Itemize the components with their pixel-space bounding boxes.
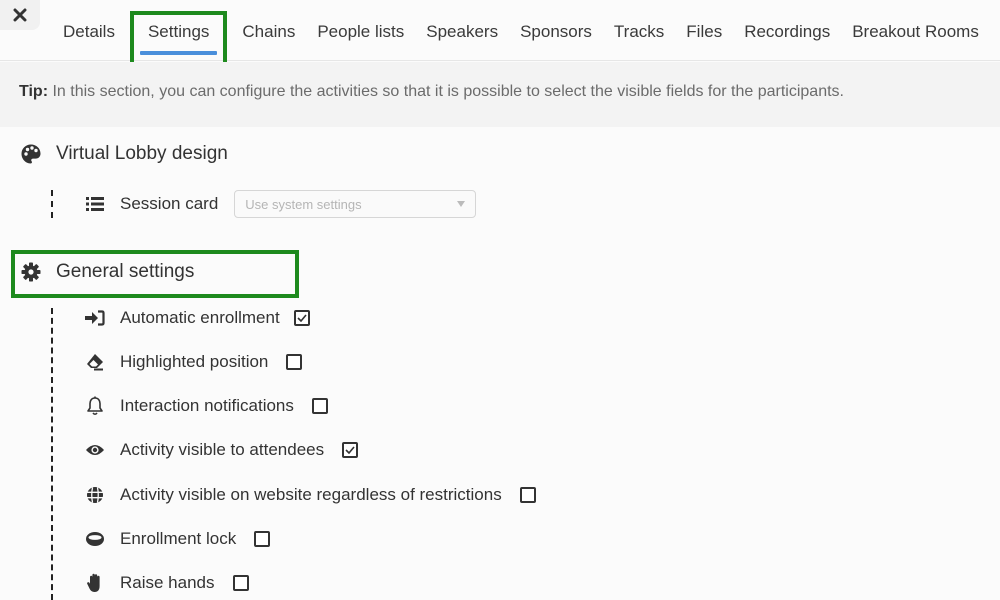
tree-connector xyxy=(51,308,53,600)
setting-checkbox[interactable] xyxy=(519,487,536,503)
tab-bar: Details Settings Chains People lists Spe… xyxy=(0,0,1000,69)
setting-enrollment-lock: Enrollment lock xyxy=(84,527,271,551)
setting-checkbox[interactable] xyxy=(342,442,359,458)
tab-sponsors[interactable]: Sponsors xyxy=(509,18,603,54)
setting-checkbox[interactable] xyxy=(254,531,271,547)
setting-checkbox[interactable] xyxy=(286,354,303,370)
tab-breakout-rooms[interactable]: Breakout Rooms xyxy=(841,18,990,54)
setting-checkbox[interactable] xyxy=(293,310,310,326)
tip-text: In this section, you can configure the a… xyxy=(48,83,844,100)
session-card-label: Session card xyxy=(120,194,219,213)
section-virtual-lobby: Virtual Lobby design xyxy=(20,143,228,165)
section-title: General settings xyxy=(56,261,195,282)
tab-settings[interactable]: Settings xyxy=(129,11,228,69)
tabs: Details Settings Chains People lists Spe… xyxy=(52,11,990,69)
tab-recordings[interactable]: Recordings xyxy=(733,18,841,54)
chevron-down-icon xyxy=(457,201,466,207)
bell-icon xyxy=(84,395,106,417)
setting-raise-hands: Raise hands xyxy=(84,571,249,595)
tab-tracks[interactable]: Tracks xyxy=(603,18,675,54)
setting-interaction-notifications: Interaction notifications xyxy=(84,394,328,418)
setting-label: Highlighted position xyxy=(120,352,269,371)
setting-activity-visible-website: Activity visible on website regardless o… xyxy=(84,483,536,507)
ring-icon xyxy=(84,528,106,550)
tab-chains[interactable]: Chains xyxy=(231,18,306,54)
tip-banner: Tip: In this section, you can configure … xyxy=(0,62,1000,127)
tab-details[interactable]: Details xyxy=(52,18,126,54)
tip-label: Tip: xyxy=(19,83,49,100)
tab-people-lists[interactable]: People lists xyxy=(306,18,415,54)
session-card-select[interactable]: Use system settings xyxy=(234,190,477,218)
setting-checkbox[interactable] xyxy=(232,575,249,591)
close-icon xyxy=(13,8,27,22)
close-button[interactable] xyxy=(0,0,40,30)
session-card-select-value: Use system settings xyxy=(245,196,362,212)
gear-icon xyxy=(20,261,42,283)
list-icon xyxy=(84,193,106,215)
setting-label: Interaction notifications xyxy=(120,396,294,415)
setting-automatic-enrollment: Automatic enrollment xyxy=(84,306,310,330)
globe-icon xyxy=(84,484,106,506)
setting-label: Enrollment lock xyxy=(120,529,237,548)
section-title: Virtual Lobby design xyxy=(56,143,228,164)
eye-icon xyxy=(84,439,106,461)
sign-in-icon xyxy=(84,307,106,329)
eraser-icon xyxy=(84,351,106,373)
setting-checkbox[interactable] xyxy=(311,398,328,414)
setting-label: Activity visible on website regardless o… xyxy=(120,485,502,504)
palette-icon xyxy=(20,143,42,165)
session-card-row: Session card Use system settings xyxy=(84,190,477,218)
tab-speakers[interactable]: Speakers xyxy=(415,18,509,54)
section-general-settings: General settings xyxy=(20,261,194,283)
tab-files[interactable]: Files xyxy=(675,18,733,54)
setting-label: Activity visible to attendees xyxy=(120,440,325,459)
setting-activity-visible-attendees: Activity visible to attendees xyxy=(84,438,359,462)
hand-icon xyxy=(84,572,106,594)
setting-highlighted-position: Highlighted position xyxy=(84,350,303,374)
tree-connector xyxy=(51,190,53,218)
setting-label: Raise hands xyxy=(120,573,215,592)
setting-label: Automatic enrollment xyxy=(120,308,280,327)
